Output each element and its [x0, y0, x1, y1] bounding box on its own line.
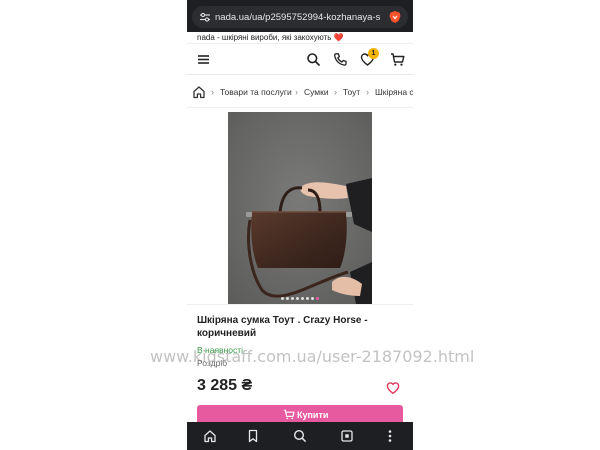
gallery-dot[interactable]: [301, 297, 304, 300]
product-gallery[interactable]: [187, 108, 413, 304]
gallery-dot[interactable]: [281, 297, 284, 300]
search-icon[interactable]: [292, 428, 308, 444]
url-text[interactable]: nada.ua/ua/p2595752994-kozhanaya-sum: [215, 11, 381, 24]
cart-icon: [283, 409, 295, 420]
tabs-icon[interactable]: [339, 428, 355, 444]
breadcrumb: › Товари та послуги › Сумки › Тоут › Шкі…: [187, 76, 413, 108]
breadcrumb-separator-icon: ›: [334, 87, 337, 97]
leather-tote-bag-image: [228, 112, 372, 304]
gallery-dot[interactable]: [286, 297, 289, 300]
search-icon[interactable]: [306, 52, 321, 67]
home-icon[interactable]: [202, 428, 218, 444]
more-options-icon[interactable]: [382, 428, 398, 444]
breadcrumb-item[interactable]: Тоут: [343, 87, 360, 98]
breadcrumb-separator-icon: ›: [211, 87, 214, 97]
browser-toolbar: nada.ua/ua/p2595752994-kozhanaya-sum: [187, 0, 413, 32]
breadcrumb-item[interactable]: Сумки: [304, 87, 329, 98]
home-icon[interactable]: [192, 85, 206, 99]
address-bar[interactable]: nada.ua/ua/p2595752994-kozhanaya-sum: [192, 6, 408, 28]
breadcrumb-item[interactable]: Шкіряна с: [375, 87, 413, 98]
breadcrumb-item[interactable]: Товари та послуги: [220, 87, 292, 98]
site-settings-icon[interactable]: [199, 11, 211, 23]
breadcrumb-separator-icon: ›: [366, 87, 369, 97]
promo-banner: nada - шкіряні вироби, які закохують ❤️: [187, 32, 413, 44]
product-price: 3 285 ₴: [197, 377, 253, 394]
bookmark-icon[interactable]: [245, 428, 261, 444]
buy-button-label: Купити: [297, 410, 329, 420]
promo-text: nada - шкіряні вироби, які закохують ❤️: [197, 33, 344, 42]
gallery-dot[interactable]: [306, 297, 309, 300]
gallery-dot[interactable]: [291, 297, 294, 300]
cart-icon[interactable]: [390, 52, 405, 67]
browser-bottom-bar: [187, 422, 413, 450]
brave-shield-icon[interactable]: [388, 10, 402, 24]
site-header: 1: [187, 44, 413, 75]
menu-icon[interactable]: [196, 52, 211, 67]
phone-screen: nada.ua/ua/p2595752994-kozhanaya-sum nad…: [187, 0, 413, 450]
product-title: Шкіряна сумка Тоут . Crazy Horse - корич…: [197, 315, 368, 339]
watermark-text: www.kidstaff.com.ua/user-2187092.html: [150, 347, 475, 366]
breadcrumb-separator-icon: ›: [295, 87, 298, 97]
product-photo[interactable]: [228, 112, 372, 304]
wishlist-count-badge: 1: [368, 48, 379, 59]
gallery-dot[interactable]: [316, 297, 319, 300]
add-to-favorites-heart-icon[interactable]: [386, 381, 400, 395]
phone-icon[interactable]: [333, 52, 348, 67]
gallery-dot[interactable]: [311, 297, 314, 300]
gallery-dot[interactable]: [296, 297, 299, 300]
